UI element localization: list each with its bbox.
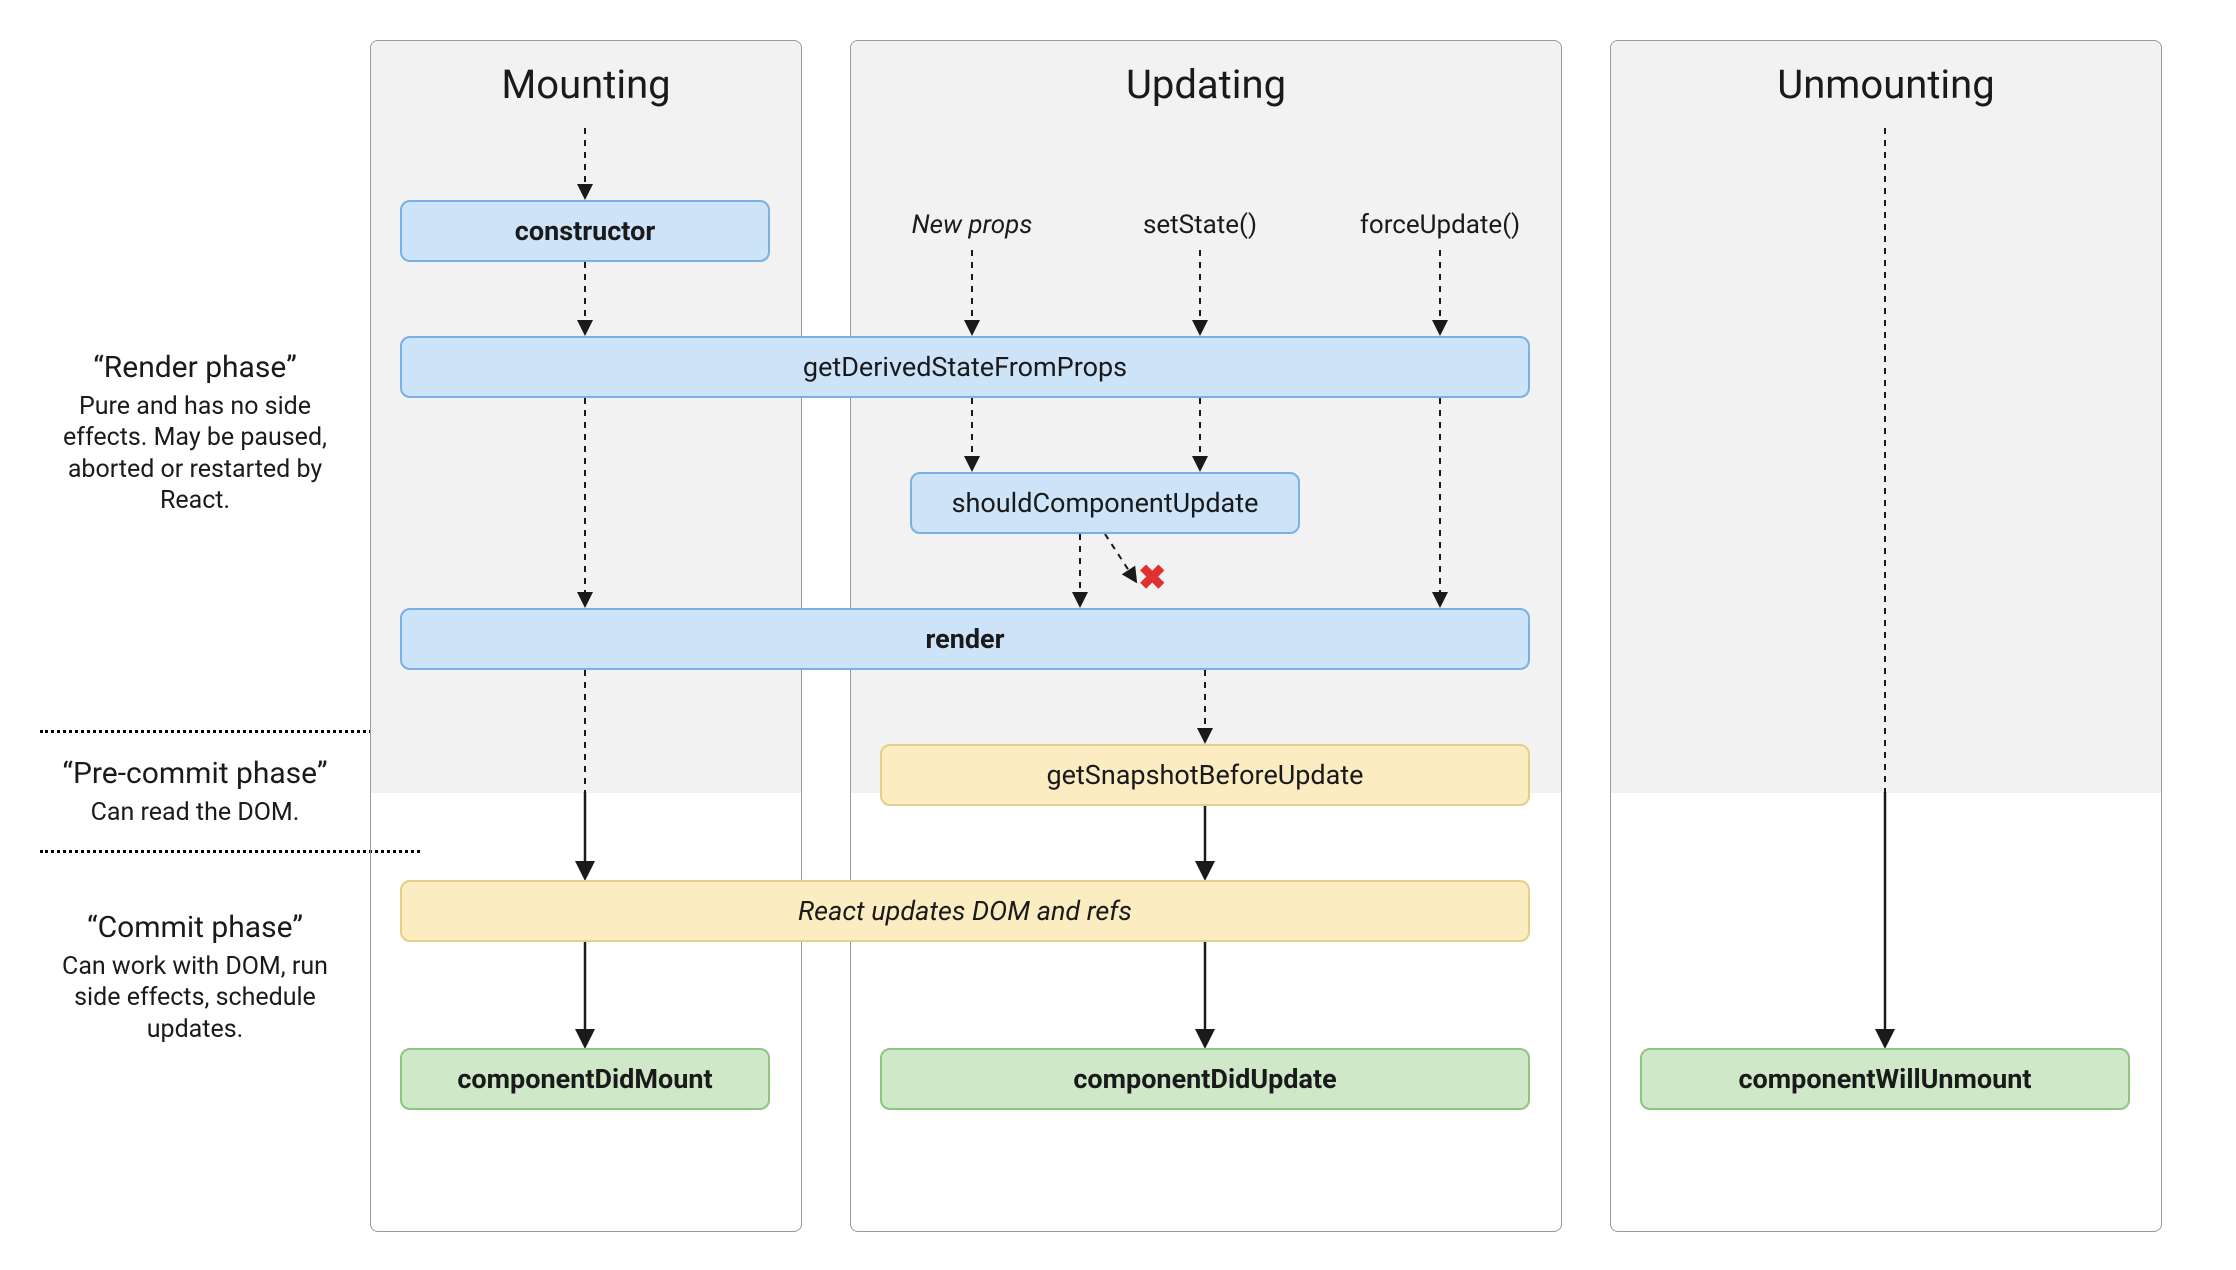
box-componentdidupdate: componentDidUpdate <box>880 1048 1530 1110</box>
column-unmounting-title: Unmounting <box>1611 61 2161 108</box>
box-componentdidmount: componentDidMount <box>400 1048 770 1110</box>
box-constructor: constructor <box>400 200 770 262</box>
box-componentwillunmount: componentWillUnmount <box>1640 1048 2130 1110</box>
box-getderivedstatefromprops: getDerivedStateFromProps <box>400 336 1530 398</box>
trigger-forceupdate: forceUpdate() <box>1340 210 1540 240</box>
column-updating-title: Updating <box>851 61 1561 108</box>
box-render: render <box>400 608 1530 670</box>
trigger-new-props: New props <box>892 210 1052 240</box>
box-react-updates-dom: React updates DOM and refs <box>400 880 1530 942</box>
trigger-setstate: setState() <box>1120 210 1280 240</box>
box-shouldcomponentupdate: shouldComponentUpdate <box>910 472 1300 534</box>
box-getsnapshotbeforeupdate: getSnapshotBeforeUpdate <box>880 744 1530 806</box>
column-mounting-title: Mounting <box>371 61 801 108</box>
x-icon: ✖ <box>1138 558 1167 598</box>
